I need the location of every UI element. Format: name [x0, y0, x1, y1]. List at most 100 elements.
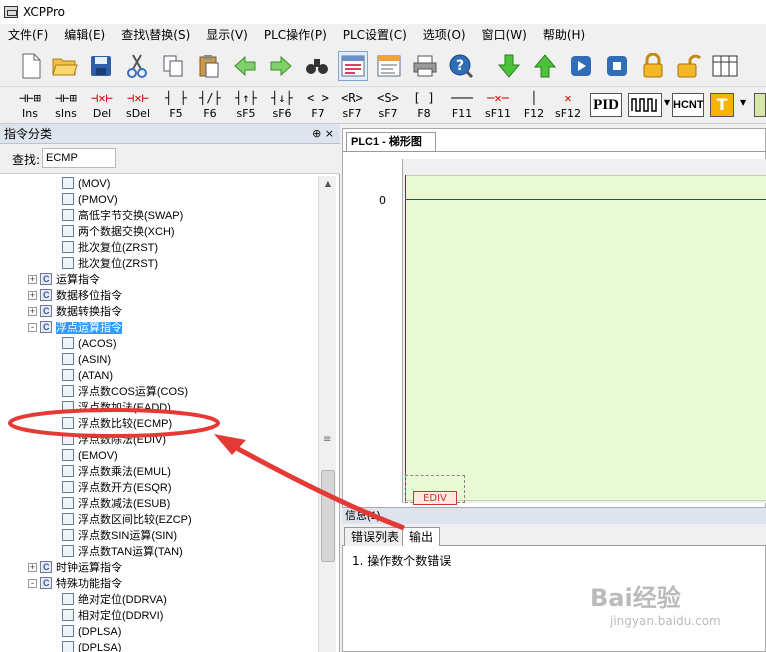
tree-item[interactable]: 浮点数SIN运算(SIN): [62, 528, 177, 544]
tree-item[interactable]: 批次复位(ZRST): [62, 240, 158, 256]
tree-item[interactable]: 浮点数COS运算(COS): [62, 384, 188, 400]
collapse-icon[interactable]: -: [28, 322, 37, 332]
tree-item[interactable]: 浮点数减法(ESUB): [62, 496, 170, 512]
f11-caption: F11: [451, 107, 473, 120]
tree-item[interactable]: 绝对定位(DDRVA): [62, 592, 167, 608]
menu-plc-operation[interactable]: PLC操作(P): [256, 26, 335, 43]
tree-category[interactable]: - 特殊功能指令: [28, 575, 122, 592]
collapse-icon[interactable]: -: [28, 578, 37, 588]
tree-item[interactable]: (ASIN): [62, 352, 111, 368]
paste-icon[interactable]: [194, 51, 224, 81]
instruction-list-icon[interactable]: [374, 51, 404, 81]
ladder-canvas[interactable]: [405, 175, 766, 501]
tree-item[interactable]: 浮点数加法(EADD): [62, 400, 171, 416]
lock-icon[interactable]: [638, 51, 668, 81]
extra-tool-icon[interactable]: [754, 93, 766, 117]
tab-output[interactable]: 输出: [402, 527, 441, 546]
forward-arrow-icon[interactable]: [266, 51, 296, 81]
tree-item[interactable]: 批次复位(ZRST): [62, 256, 158, 272]
expand-icon[interactable]: +: [28, 274, 37, 284]
help-icon[interactable]: ?: [446, 51, 476, 81]
insert-row-button[interactable]: ⊣⊢⊞ Ins: [14, 89, 46, 122]
pin-close-icon[interactable]: ⊕ ×: [312, 124, 334, 144]
download-icon[interactable]: [494, 51, 524, 81]
nc-contact-button[interactable]: ┤/├ F6: [194, 89, 226, 122]
open-folder-icon[interactable]: [50, 51, 80, 81]
coil-button[interactable]: < > F7: [302, 89, 334, 122]
tree-item[interactable]: 浮点数开方(ESQR): [62, 480, 172, 496]
tree-category[interactable]: + 数据移位指令: [28, 287, 122, 304]
menu-window[interactable]: 窗口(W): [474, 26, 535, 43]
menu-find-replace[interactable]: 查找\替换(S): [113, 26, 198, 43]
pid-button[interactable]: PID: [590, 93, 622, 117]
tree-category[interactable]: + 运算指令: [28, 271, 100, 288]
tree-item[interactable]: (EMOV): [62, 448, 118, 464]
monitor-icon[interactable]: [710, 51, 740, 81]
tree-item[interactable]: 浮点数区间比较(EZCP): [62, 512, 192, 528]
run-icon[interactable]: [566, 51, 596, 81]
document-tab[interactable]: PLC1 - 梯形图: [346, 132, 436, 152]
pulse-dropdown-icon[interactable]: ▼: [664, 98, 670, 107]
save-icon[interactable]: [86, 51, 116, 81]
tree-item[interactable]: 浮点数TAN运算(TAN): [62, 544, 183, 560]
menu-plc-settings[interactable]: PLC设置(C): [335, 26, 415, 43]
back-arrow-icon[interactable]: [230, 51, 260, 81]
ediv-instruction[interactable]: EDIV: [413, 491, 457, 505]
tree-item[interactable]: 浮点数乘法(EMUL): [62, 464, 171, 480]
tree-item[interactable]: (ATAN): [62, 368, 113, 384]
delete-vline-button[interactable]: ✕ sF12: [552, 89, 584, 122]
search-input[interactable]: [42, 148, 116, 168]
tree-item[interactable]: 两个数据交换(XCH): [62, 224, 175, 240]
tree-item[interactable]: (DPLSA): [62, 624, 121, 640]
copy-icon[interactable]: [158, 51, 188, 81]
scroll-thumb[interactable]: [321, 470, 335, 562]
pulse-button[interactable]: [628, 93, 662, 117]
reset-coil-button[interactable]: <R> sF7: [336, 89, 368, 122]
new-file-icon[interactable]: [16, 51, 46, 81]
upload-icon[interactable]: [530, 51, 560, 81]
falling-edge-button[interactable]: ┤↓├ sF6: [266, 89, 298, 122]
tree-item[interactable]: 浮点数比较(ECMP): [62, 416, 172, 432]
rising-edge-button[interactable]: ┤↑├ sF5: [230, 89, 262, 122]
tree-category[interactable]: - 浮点运算指令: [28, 319, 122, 336]
expand-icon[interactable]: +: [28, 306, 37, 316]
menu-help[interactable]: 帮助(H): [535, 26, 593, 43]
set-coil-button[interactable]: <S> sF7: [372, 89, 404, 122]
menu-file[interactable]: 文件(F): [0, 26, 56, 43]
insert-shift-button[interactable]: ⊣⊢⊞ sIns: [50, 89, 82, 122]
tree-item[interactable]: 高低字节交换(SWAP): [62, 208, 183, 224]
tab-error-list[interactable]: 错误列表: [344, 527, 407, 546]
cut-icon[interactable]: [122, 51, 152, 81]
no-contact-button[interactable]: ┤ ├ F5: [160, 89, 192, 122]
unlock-icon[interactable]: [674, 51, 704, 81]
menu-view[interactable]: 显示(V): [198, 26, 256, 43]
ladder-view-icon[interactable]: [338, 51, 368, 81]
find-icon[interactable]: [302, 51, 332, 81]
tree-item[interactable]: 浮点数除法(EDIV): [62, 432, 166, 448]
horizontal-line-button[interactable]: ─── F11: [446, 89, 478, 122]
tree-item[interactable]: (MOV): [62, 176, 110, 192]
delete-shift-button[interactable]: ⊣✕⊢ sDel: [122, 89, 154, 122]
menu-edit[interactable]: 编辑(E): [56, 26, 113, 43]
instruction-button[interactable]: [ ] F8: [408, 89, 440, 122]
text-dropdown-icon[interactable]: ▼: [740, 98, 746, 107]
expand-icon[interactable]: +: [28, 290, 37, 300]
scroll-up-icon[interactable]: ▲: [319, 176, 337, 192]
instruction-icon: [62, 449, 74, 462]
delete-hline-button[interactable]: ─✕─ sF11: [482, 89, 514, 122]
tree-item[interactable]: (DPLSA): [62, 640, 121, 652]
print-icon[interactable]: [410, 51, 440, 81]
expand-icon[interactable]: +: [28, 562, 37, 572]
stop-icon[interactable]: [602, 51, 632, 81]
menu-options[interactable]: 选项(O): [415, 26, 474, 43]
tree-item[interactable]: (PMOV): [62, 192, 118, 208]
vertical-line-button[interactable]: │ F12: [518, 89, 550, 122]
text-button[interactable]: T: [710, 93, 734, 117]
tree-item[interactable]: (ACOS): [62, 336, 117, 352]
delete-row-button[interactable]: ⊣✕⊢ Del: [86, 89, 118, 122]
tree-category[interactable]: + 时钟运算指令: [28, 559, 122, 576]
tree-item[interactable]: 相对定位(DDRVI): [62, 608, 163, 624]
tree-scrollbar[interactable]: ▲ ≡: [318, 176, 336, 652]
tree-category[interactable]: + 数据转换指令: [28, 303, 122, 320]
hcnt-button[interactable]: HCNT: [672, 93, 704, 117]
